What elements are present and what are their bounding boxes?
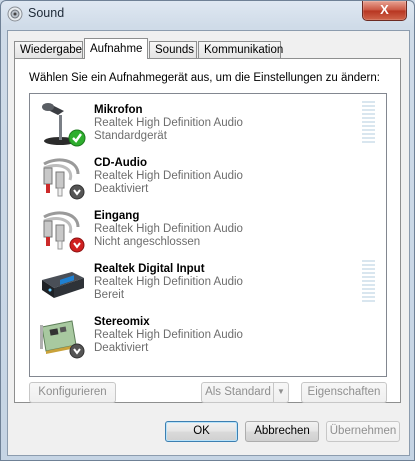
device-driver: Realtek High Definition Audio — [94, 117, 243, 129]
device-item-cd-audio[interactable]: CD-Audio Realtek High Definition Audio D… — [30, 151, 386, 203]
properties-button[interactable]: Eigenschaften — [301, 382, 387, 403]
speaker-icon — [7, 6, 23, 22]
close-button[interactable]: X — [362, 1, 407, 21]
configure-button[interactable]: Konfigurieren — [29, 382, 116, 403]
recording-tab-panel: Wählen Sie ein Aufnahmegerät aus, um die… — [14, 58, 401, 403]
sound-dialog: Sound X Wiedergabe Aufnahme Sounds Kommu… — [0, 0, 415, 461]
level-meter — [362, 101, 375, 145]
device-driver: Realtek High Definition Audio — [94, 170, 243, 182]
close-icon: X — [380, 2, 389, 17]
tab-kommunikation[interactable]: Kommunikation — [198, 41, 283, 58]
device-item-mikrofon[interactable]: Mikrofon Realtek High Definition Audio S… — [30, 98, 386, 150]
tab-aufnahme[interactable]: Aufnahme — [84, 38, 148, 59]
window-title: Sound — [28, 6, 65, 20]
rca-cable-icon — [43, 158, 85, 200]
device-status: Deaktiviert — [94, 183, 149, 195]
set-default-split-button[interactable]: Als Standard ▼ — [201, 382, 289, 403]
device-status: Bereit — [94, 289, 125, 301]
device-driver: Realtek High Definition Audio — [94, 276, 243, 288]
instruction-text: Wählen Sie ein Aufnahmegerät aus, um die… — [29, 72, 380, 84]
device-name: Stereomix — [94, 316, 150, 328]
device-item-realtek-digital-input[interactable]: Realtek Digital Input Realtek High Defin… — [30, 257, 386, 309]
dialog-client: Wiedergabe Aufnahme Sounds Kommunikation… — [7, 30, 410, 456]
device-driver: Realtek High Definition Audio — [94, 329, 243, 341]
tab-wiedergabe[interactable]: Wiedergabe — [14, 41, 83, 58]
set-default-label: Als Standard — [205, 386, 271, 398]
device-item-stereomix[interactable]: Stereomix Realtek High Definition Audio … — [30, 310, 386, 362]
device-status: Deaktiviert — [94, 342, 149, 354]
device-name: CD-Audio — [94, 157, 148, 169]
device-name: Mikrofon — [94, 104, 143, 116]
device-name: Realtek Digital Input — [94, 263, 205, 275]
device-status: Nicht angeschlossen — [94, 236, 201, 248]
device-item-eingang[interactable]: Eingang Realtek High Definition Audio Ni… — [30, 204, 386, 256]
device-driver: Realtek High Definition Audio — [94, 223, 243, 235]
tab-sounds[interactable]: Sounds — [149, 41, 197, 58]
apply-button[interactable]: Übernehmen — [326, 421, 400, 442]
sound-card-icon — [40, 320, 85, 359]
level-meter — [362, 260, 375, 304]
device-status: Standardgerät — [94, 130, 167, 142]
cancel-button[interactable]: Abbrechen — [245, 421, 319, 442]
chevron-down-icon[interactable]: ▼ — [273, 383, 288, 402]
microphone-icon — [42, 103, 86, 147]
title-bar[interactable]: Sound X — [1, 1, 414, 27]
rca-cable-icon — [43, 211, 85, 253]
ok-button[interactable]: OK — [165, 421, 238, 442]
device-name: Eingang — [94, 210, 140, 222]
device-list[interactable]: Mikrofon Realtek High Definition Audio S… — [29, 93, 387, 377]
digital-input-icon — [42, 272, 84, 298]
